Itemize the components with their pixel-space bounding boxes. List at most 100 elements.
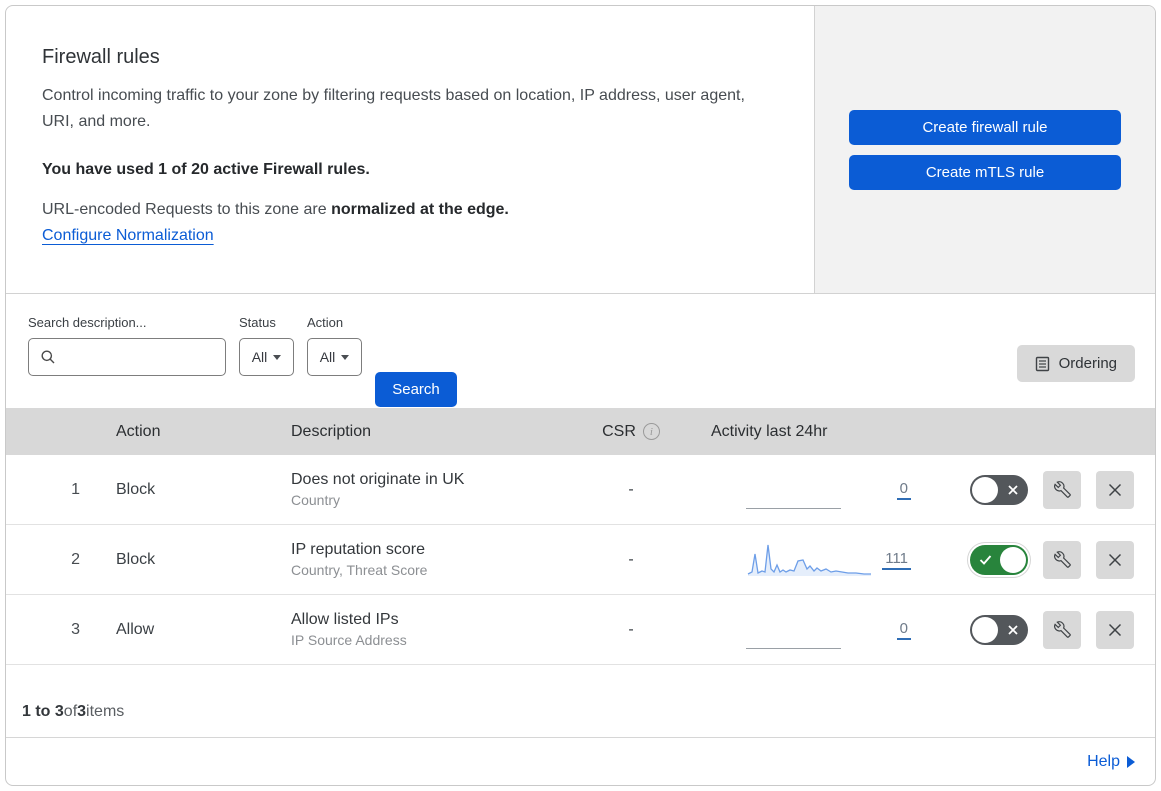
- status-filter-group: Status All: [239, 315, 294, 408]
- pagination-range: 1 to 3: [22, 703, 64, 720]
- chevron-down-icon: [341, 354, 350, 360]
- rule-priority: 3: [71, 620, 80, 638]
- toggle-x-icon: [1007, 484, 1019, 496]
- filter-bar: Search description... Status All Action …: [6, 294, 1155, 408]
- toggle-knob: [972, 476, 998, 503]
- activity-sparkline-chart: [747, 544, 871, 576]
- toggle-check-icon: [979, 554, 992, 565]
- help-bar: Help: [6, 737, 1155, 785]
- rule-controls: [911, 610, 1155, 649]
- header-text-block: Firewall rules Control incoming traffic …: [6, 6, 814, 293]
- rule-enabled-toggle[interactable]: [970, 544, 1028, 575]
- page-header: Firewall rules Control incoming traffic …: [6, 6, 1155, 294]
- edit-rule-button[interactable]: [1043, 610, 1081, 649]
- rule-controls: [911, 470, 1155, 509]
- actions-panel: Create firewall rule Create mTLS rule: [814, 6, 1155, 293]
- delete-rule-button[interactable]: [1096, 470, 1134, 509]
- rule-controls: [911, 540, 1155, 579]
- ordering-button-label: Ordering: [1058, 355, 1117, 372]
- triangle-right-icon: [1127, 755, 1135, 768]
- action-filter-group: Action All: [307, 315, 362, 408]
- edit-rule-button[interactable]: [1043, 470, 1081, 509]
- activity-count-link[interactable]: 0: [896, 480, 911, 500]
- search-box: [28, 338, 245, 376]
- firewall-rules-page: Firewall rules Control incoming traffic …: [5, 5, 1156, 786]
- delete-rule-button[interactable]: [1096, 540, 1134, 579]
- delete-rule-button[interactable]: [1096, 610, 1134, 649]
- status-label: Status: [239, 315, 276, 330]
- table-row: 1 Block Does not originate in UK Country…: [6, 455, 1155, 525]
- rule-csr: -: [628, 480, 634, 498]
- rule-description-cell: IP reputation score Country, Threat Scor…: [271, 541, 576, 578]
- rule-activity-cell: 0: [686, 611, 911, 649]
- configure-normalization-link[interactable]: Configure Normalization: [42, 227, 214, 245]
- rule-description-cell: Does not originate in UK Country: [271, 471, 576, 508]
- action-label: Action: [307, 315, 344, 330]
- close-icon: [1107, 482, 1123, 498]
- normalization-prefix: URL-encoded Requests to this zone are: [42, 201, 332, 218]
- rule-description: Allow listed IPs: [291, 611, 399, 628]
- rule-description: Does not originate in UK: [291, 471, 465, 488]
- activity-count-link[interactable]: 111: [882, 550, 911, 570]
- wrench-icon: [1053, 481, 1071, 498]
- wrench-icon: [1053, 551, 1071, 568]
- normalization-bold: normalized at the edge.: [331, 201, 509, 218]
- page-description: Control incoming traffic to your zone by…: [42, 87, 745, 130]
- pagination-of: of: [63, 703, 78, 720]
- toggle-x-icon: [1007, 624, 1019, 636]
- toggle-knob: [972, 616, 998, 643]
- activity-sparkline-flat: [746, 471, 841, 509]
- ordering-button[interactable]: Ordering: [1016, 345, 1135, 382]
- rule-description: IP reputation score: [291, 541, 426, 558]
- rule-enabled-toggle[interactable]: [970, 614, 1028, 645]
- action-dropdown-value: All: [319, 349, 336, 365]
- rule-criteria: IP Source Address: [291, 632, 407, 648]
- rule-criteria: Country, Threat Score: [291, 562, 428, 578]
- description-column-header: Description: [291, 422, 372, 440]
- csr-column-header: CSR i: [576, 423, 686, 441]
- action-column-header: Action: [116, 422, 161, 440]
- pagination-total: 3: [77, 703, 87, 720]
- help-link[interactable]: Help: [1087, 753, 1135, 771]
- csr-header-label: CSR: [602, 422, 636, 440]
- rule-action: Allow: [116, 620, 155, 638]
- activity-count-link[interactable]: 0: [896, 620, 911, 640]
- activity-column-header: Activity last 24hr: [711, 422, 828, 440]
- close-icon: [1107, 552, 1123, 568]
- action-dropdown[interactable]: All: [307, 338, 362, 376]
- status-dropdown[interactable]: All: [239, 338, 294, 376]
- info-icon[interactable]: i: [642, 423, 660, 440]
- table-header: Action Description CSR i Activity last 2…: [6, 408, 1155, 455]
- search-icon: [40, 349, 56, 365]
- rule-csr: -: [628, 620, 634, 638]
- page-title: Firewall rules: [42, 46, 160, 68]
- create-mtls-rule-button[interactable]: Create mTLS rule: [849, 155, 1121, 190]
- close-icon: [1107, 622, 1123, 638]
- rule-priority: 1: [71, 480, 80, 498]
- wrench-icon: [1053, 621, 1071, 638]
- rule-action: Block: [116, 550, 156, 568]
- ordering-list-icon: [1035, 356, 1050, 372]
- normalization-note: URL-encoded Requests to this zone are no…: [42, 201, 774, 219]
- search-group: Search description...: [28, 315, 245, 408]
- table-row: 3 Allow Allow listed IPs IP Source Addre…: [6, 595, 1155, 665]
- search-label: Search description...: [28, 315, 147, 330]
- create-firewall-rule-button[interactable]: Create firewall rule: [849, 110, 1121, 145]
- chevron-down-icon: [273, 354, 282, 360]
- search-input[interactable]: [64, 349, 245, 365]
- help-link-label: Help: [1087, 752, 1120, 770]
- rule-csr: -: [628, 550, 634, 568]
- rule-priority: 2: [71, 550, 80, 568]
- rule-activity-cell: 111: [686, 541, 911, 579]
- toggle-knob: [1000, 546, 1026, 573]
- edit-rule-button[interactable]: [1043, 540, 1081, 579]
- activity-sparkline-flat: [746, 611, 841, 649]
- rule-activity-cell: 0: [686, 471, 911, 509]
- pagination-items: items: [86, 703, 125, 720]
- usage-summary: You have used 1 of 20 active Firewall ru…: [42, 161, 370, 178]
- pagination-summary: 1 to 3 of 3 items: [6, 665, 1155, 737]
- rule-description-cell: Allow listed IPs IP Source Address: [271, 611, 576, 648]
- rule-enabled-toggle[interactable]: [970, 474, 1028, 505]
- rule-action: Block: [116, 480, 156, 498]
- search-button[interactable]: Search: [375, 372, 457, 407]
